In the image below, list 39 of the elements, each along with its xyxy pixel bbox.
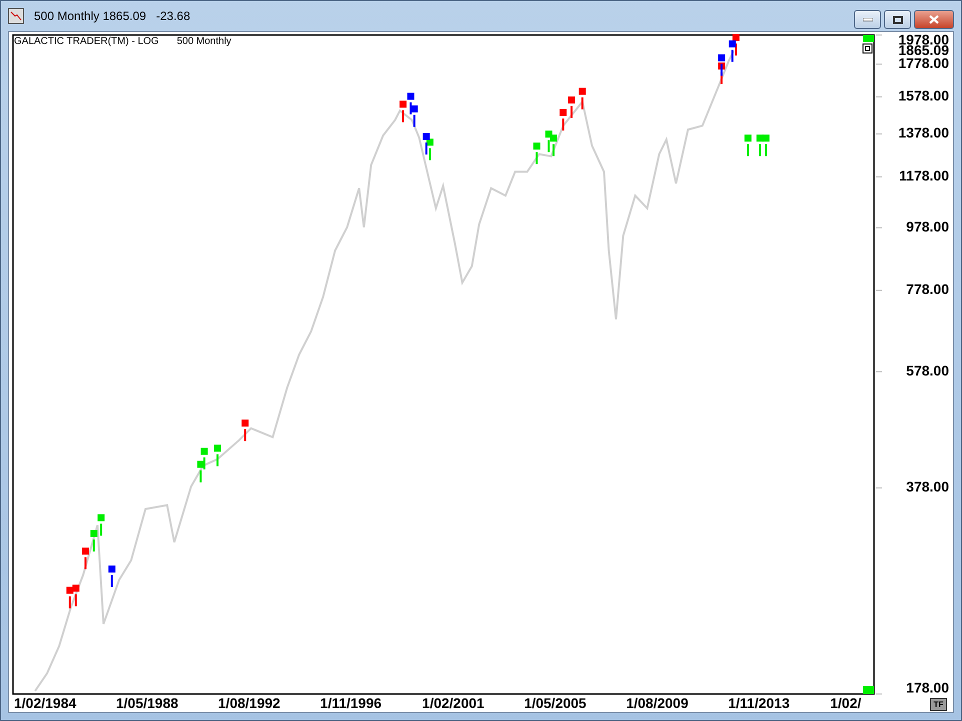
signal-marker [242, 420, 249, 442]
x-axis-label: 1/05/1988 [116, 695, 178, 711]
signal-marker [108, 566, 116, 588]
y-axis-label: 978.00 [906, 218, 949, 234]
signal-marker [214, 444, 221, 466]
timeframe-button[interactable]: TF [930, 698, 947, 711]
y-axis-label: 1778.00 [898, 54, 949, 71]
y-axis-label: 178.00 [906, 680, 949, 696]
window-title: 500 Monthly 1865.09 [34, 9, 146, 23]
restore-icon[interactable] [862, 44, 872, 54]
minimize-button[interactable] [854, 10, 881, 29]
maximize-icon [892, 16, 902, 24]
x-axis-label: 1/08/1992 [218, 695, 280, 711]
signal-marker [533, 142, 540, 164]
status-square [863, 686, 874, 694]
y-axis-label: 378.00 [906, 478, 949, 495]
chart-title: GALACTIC TRADER(TM) - LOG [14, 36, 159, 47]
y-axis-label: 1578.00 [898, 88, 949, 104]
symbol-label: 500 Monthly [176, 36, 232, 47]
close-button[interactable] [914, 10, 954, 29]
price-change: -23.68 [156, 9, 190, 23]
signal-marker [578, 88, 586, 110]
x-axis-label: 1/02/ [830, 695, 862, 711]
y-axis-label: 578.00 [906, 362, 949, 378]
maximize-button[interactable] [884, 10, 911, 29]
status-square [863, 35, 874, 42]
y-axis-label: 1178.00 [899, 168, 949, 184]
x-axis-label: 1/11/2013 [728, 695, 790, 711]
x-axis-label: 1/02/1984 [14, 695, 76, 711]
close-icon [929, 15, 939, 24]
signal-marker [744, 134, 752, 156]
chart-icon [8, 8, 24, 24]
x-axis-label: 1/11/1996 [320, 695, 382, 711]
x-axis-label: 1/02/2001 [422, 695, 484, 711]
x-axis-label: 1/08/2009 [626, 695, 688, 711]
minimize-icon [862, 18, 872, 22]
y-axis-label: 1378.00 [898, 124, 949, 141]
y-axis-label: 778.00 [906, 281, 949, 298]
x-axis-label: 1/05/2005 [524, 695, 586, 711]
